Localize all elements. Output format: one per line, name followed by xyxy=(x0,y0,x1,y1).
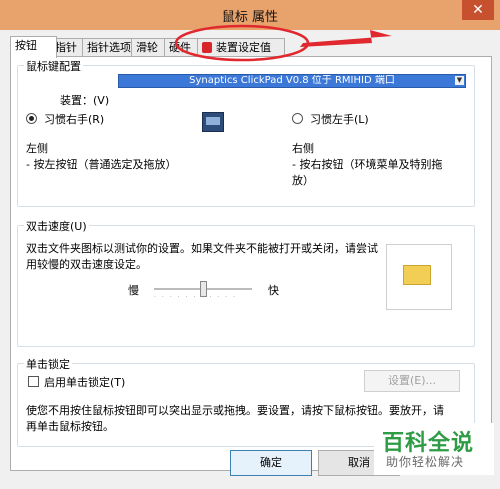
watermark-badge: 百科全说 助你轻松解决 xyxy=(374,423,494,475)
annotation-overlay xyxy=(174,24,392,62)
annotation-arrow xyxy=(300,30,392,47)
highlight-ellipse xyxy=(174,24,310,62)
tab-buttons[interactable]: 按钮 xyxy=(10,36,57,58)
watermark-tagline: 助你轻松解决 xyxy=(386,455,465,469)
